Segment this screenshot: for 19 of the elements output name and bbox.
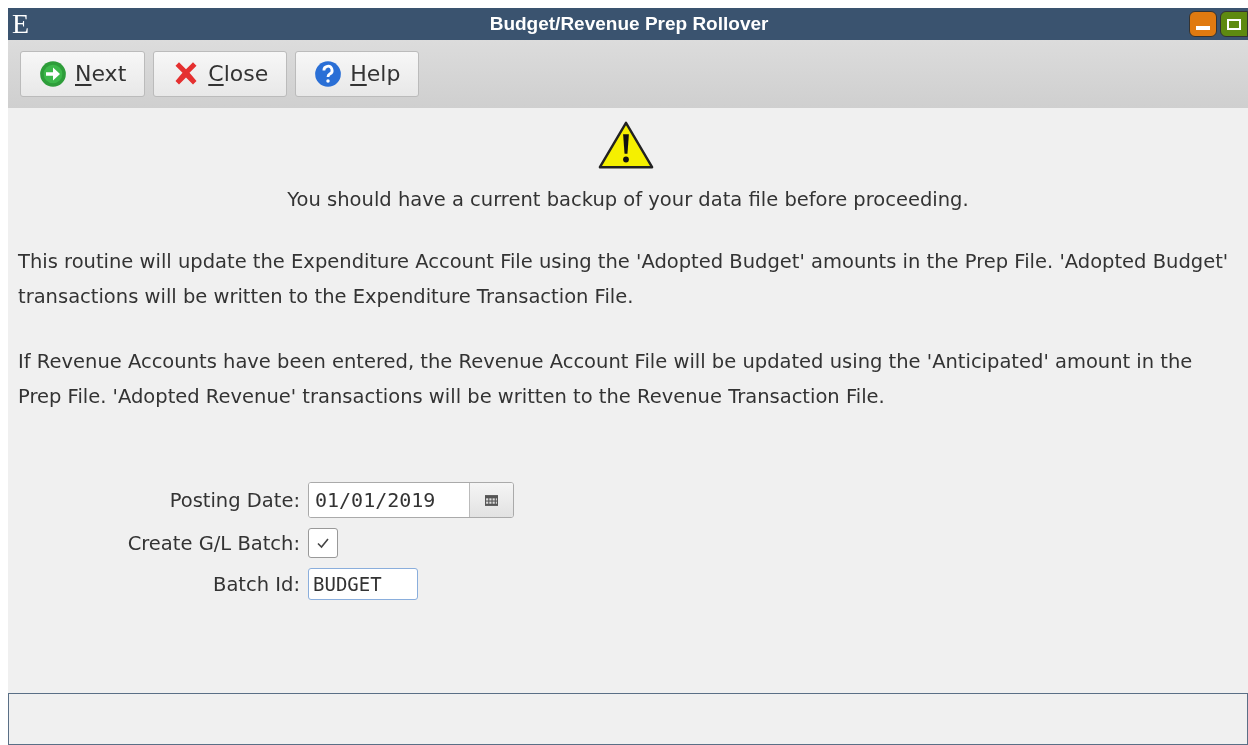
warning-message: You should have a current backup of your data file before proceeding. [286,187,970,213]
field-label: Batch Id: [212,572,300,596]
calendar-button[interactable] [469,483,513,517]
field-label: Create G/L Batch: [126,531,300,555]
description-paragraph: This routine will update the Expenditure Account File using the 'Adopted Budget' amounts in the Prep File. 'Adopted Budget' transactions will be written to the Expenditure Transaction File. [18,249,1230,310]
app-logo: E [11,8,30,40]
maximize-button[interactable] [1220,11,1248,37]
help-icon [314,60,343,88]
checkbox[interactable] [308,528,338,558]
minimize-button[interactable] [1189,11,1217,37]
date-field[interactable]: 01/01/2019 [308,482,514,518]
help-button[interactable]: Help [295,51,420,97]
field-label: Posting Date: [168,488,300,512]
window-title: Budget/Revenue Prep Rollover [488,13,770,35]
batch-id-field[interactable]: BUDGET [308,568,418,600]
description-paragraph: If Revenue Accounts have been entered, the Revenue Account File will be updated using the 'Anticipated' amount in the Prep File. 'Adopted Revenue' transactions will be written to the Revenue Transaction File. [18,349,1194,410]
calendar-icon [485,494,498,506]
close-button[interactable]: Close [153,51,288,97]
next-button[interactable]: Next [20,51,146,97]
